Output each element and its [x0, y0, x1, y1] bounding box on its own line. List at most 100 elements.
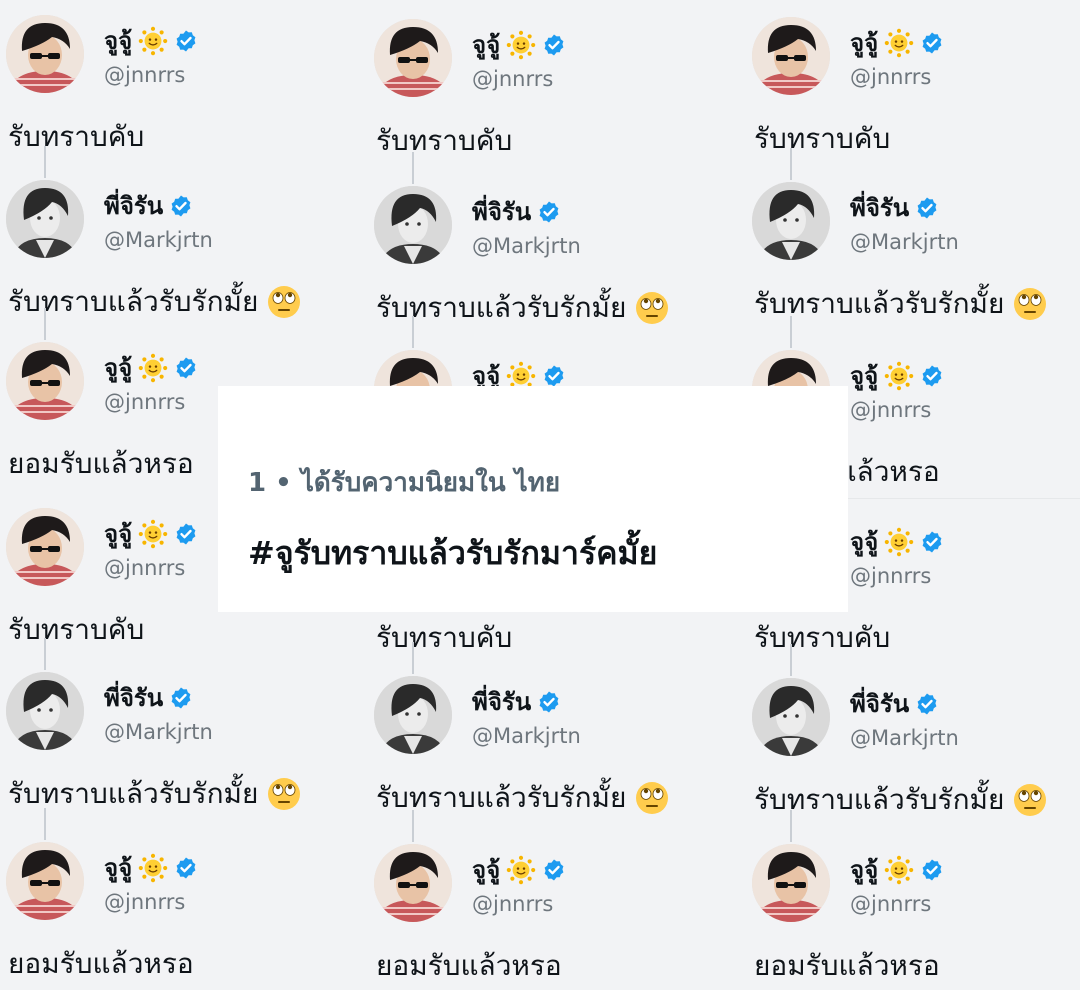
- avatar[interactable]: [374, 186, 452, 264]
- avatar[interactable]: [752, 678, 830, 756]
- display-name-text: พี่จิรัน: [850, 690, 910, 718]
- user-handle[interactable]: @jnnrrs: [104, 390, 185, 414]
- user-handle[interactable]: @jnnrrs: [104, 63, 185, 87]
- tweet-text-content: รับทราบคับ: [754, 621, 891, 654]
- thread-connector: [44, 308, 46, 340]
- user-handle[interactable]: @Markjrtn: [850, 726, 959, 750]
- tweet-text: ยอมรับแล้วหรอ: [8, 442, 194, 486]
- sun-emoji-icon: [884, 28, 914, 58]
- user-handle[interactable]: @jnnrrs: [850, 564, 931, 588]
- display-name[interactable]: จูจู้: [104, 848, 198, 887]
- display-name[interactable]: พี่จิรัน: [472, 682, 561, 721]
- tweet-text: รับทราบแล้วรับรักมั้ย: [376, 286, 670, 330]
- avatar[interactable]: [6, 508, 84, 586]
- display-name[interactable]: พี่จิรัน: [104, 186, 193, 225]
- thread-connector: [44, 638, 46, 670]
- user-handle[interactable]: @Markjrtn: [472, 724, 581, 748]
- tweet-text: ยอมรับแล้วหรอ: [754, 944, 940, 988]
- thread-connector: [412, 810, 414, 842]
- rolling-eyes-emoji-icon: [634, 290, 670, 326]
- verified-badge-icon: [169, 686, 193, 710]
- display-name-text: พี่จิรัน: [104, 684, 164, 712]
- thread-connector: [412, 316, 414, 348]
- sun-emoji-icon: [138, 853, 168, 883]
- display-name-text: จูจู้: [850, 856, 879, 884]
- display-name-text: จูจู้: [850, 362, 879, 390]
- display-name-text: จูจู้: [104, 854, 133, 882]
- verified-badge-icon: [920, 858, 944, 882]
- user-handle[interactable]: @jnnrrs: [850, 65, 931, 89]
- tweet-text-content: รับทราบคับ: [376, 621, 513, 654]
- display-name[interactable]: พี่จิรัน: [850, 188, 939, 227]
- tweet-text-content: ยอมรับแล้วหรอ: [8, 447, 194, 480]
- display-name[interactable]: จูจู้: [850, 522, 944, 561]
- user-handle[interactable]: @Markjrtn: [850, 230, 959, 254]
- avatar[interactable]: [374, 676, 452, 754]
- avatar[interactable]: [752, 844, 830, 922]
- avatar[interactable]: [6, 342, 84, 420]
- user-handle[interactable]: @jnnrrs: [850, 892, 931, 916]
- avatar[interactable]: [752, 182, 830, 260]
- tweet-text-content: รับทราบคับ: [754, 122, 891, 155]
- display-name[interactable]: จูจู้: [104, 514, 198, 553]
- sun-emoji-icon: [506, 855, 536, 885]
- display-name[interactable]: จูจู้: [472, 850, 566, 889]
- display-name[interactable]: จูจู้: [850, 850, 944, 889]
- verified-badge-icon: [174, 29, 198, 53]
- display-name[interactable]: จูจู้: [850, 23, 944, 62]
- verified-badge-icon: [169, 194, 193, 218]
- thread-connector: [790, 810, 792, 842]
- rolling-eyes-emoji-icon: [266, 776, 302, 812]
- avatar[interactable]: [752, 17, 830, 95]
- tweet-text-content: รับทราบคับ: [8, 613, 145, 646]
- avatar[interactable]: [374, 19, 452, 97]
- verified-badge-icon: [915, 196, 939, 220]
- display-name-text: จูจู้: [104, 354, 133, 382]
- thread-connector: [412, 642, 414, 674]
- tweet-text: รับทราบแล้วรับรักมั้ย: [754, 778, 1048, 822]
- display-name[interactable]: จูจู้: [472, 25, 566, 64]
- user-handle[interactable]: @jnnrrs: [472, 892, 553, 916]
- tweet-text: รับทราบแล้วรับรักมั้ย: [8, 772, 302, 816]
- display-name-text: พี่จิรัน: [850, 194, 910, 222]
- user-handle[interactable]: @Markjrtn: [104, 228, 213, 252]
- tweet-text: รับทราบคับ: [8, 115, 144, 159]
- sun-emoji-icon: [138, 519, 168, 549]
- rolling-eyes-emoji-icon: [266, 284, 302, 320]
- sun-emoji-icon: [884, 527, 914, 557]
- display-name[interactable]: จูจู้: [104, 348, 198, 387]
- user-handle[interactable]: @Markjrtn: [104, 720, 213, 744]
- tweet-text-content: ยอมรับแล้วหรอ: [8, 947, 194, 980]
- display-name[interactable]: พี่จิรัน: [104, 678, 193, 717]
- display-name-text: พี่จิรัน: [104, 192, 164, 220]
- display-name-text: จูจู้: [850, 29, 879, 57]
- tweet-text: รับทราบคับ: [376, 119, 512, 163]
- tweet-text-content: ยอมรับแล้วหรอ: [754, 949, 940, 982]
- display-name-text: จูจู้: [472, 856, 501, 884]
- display-name-text: พี่จิรัน: [472, 688, 532, 716]
- tweet-text: ยอมรับแล้วหรอ: [8, 942, 194, 986]
- display-name[interactable]: จูจู้: [850, 356, 944, 395]
- user-handle[interactable]: @jnnrrs: [104, 890, 185, 914]
- display-name[interactable]: พี่จิรัน: [850, 684, 939, 723]
- trend-hashtag[interactable]: #จูรับทราบแล้วรับรักมาร์คมั้ย: [248, 528, 657, 579]
- display-name[interactable]: พี่จิรัน: [472, 192, 561, 231]
- trend-card[interactable]: 1 • ได้รับความนิยมใน ไทย #จูรับทราบแล้วร…: [218, 386, 848, 612]
- user-handle[interactable]: @jnnrrs: [104, 556, 185, 580]
- avatar[interactable]: [6, 15, 84, 93]
- thread-connector: [790, 148, 792, 180]
- verified-badge-icon: [920, 530, 944, 554]
- verified-badge-icon: [537, 200, 561, 224]
- sun-emoji-icon: [884, 855, 914, 885]
- display-name-text: จูจู้: [472, 31, 501, 59]
- user-handle[interactable]: @Markjrtn: [472, 234, 581, 258]
- rolling-eyes-emoji-icon: [634, 780, 670, 816]
- avatar[interactable]: [6, 842, 84, 920]
- avatar[interactable]: [6, 180, 84, 258]
- display-name[interactable]: จูจู้: [104, 21, 198, 60]
- avatar[interactable]: [6, 672, 84, 750]
- user-handle[interactable]: @jnnrrs: [850, 398, 931, 422]
- verified-badge-icon: [537, 690, 561, 714]
- avatar[interactable]: [374, 844, 452, 922]
- user-handle[interactable]: @jnnrrs: [472, 67, 553, 91]
